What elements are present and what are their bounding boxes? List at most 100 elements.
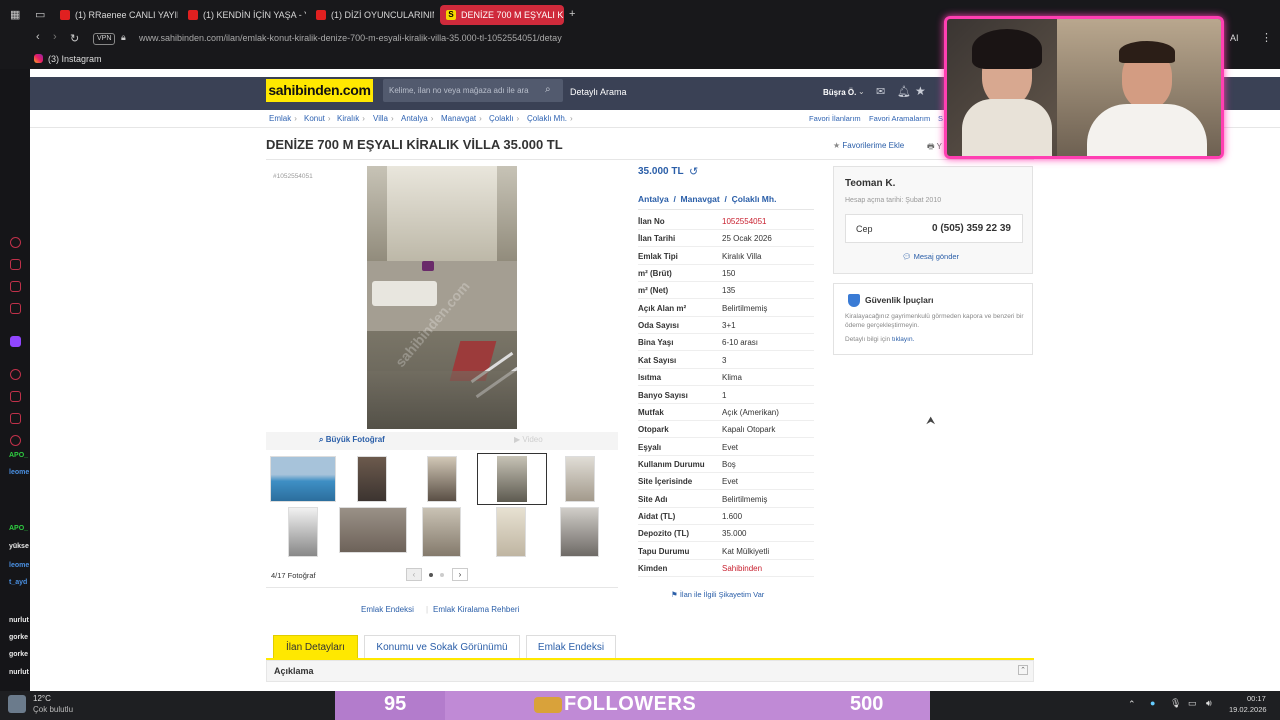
network-icon[interactable]: ▭ (1188, 698, 1197, 709)
tab-rraenee[interactable]: (1) RRaenee CANLI YAYIN (54, 5, 178, 25)
tab-sahibinden[interactable]: S DENİZE 700 M EŞYALI KİR (440, 5, 564, 25)
description-header-bar: Açıklama ⌃ (266, 660, 1034, 682)
price-history-icon[interactable]: ↺ (689, 165, 698, 178)
app-icon[interactable] (10, 303, 21, 314)
ai-button[interactable]: AI (1230, 33, 1239, 43)
page-dot-active[interactable] (429, 573, 433, 577)
youtube-icon (316, 10, 326, 20)
tray-icon[interactable]: ● (1150, 698, 1155, 708)
print-button[interactable]: 🖶︎ Y (927, 141, 942, 155)
tab-dizi[interactable]: (1) DİZİ OYUNCULARININ (310, 5, 434, 25)
user-menu[interactable]: Büşra Ö. (823, 88, 856, 97)
app-icon[interactable] (10, 413, 21, 424)
app-icon[interactable] (10, 391, 21, 402)
add-favorite-button[interactable]: ★ Favorilerime Ekle (833, 141, 904, 150)
breadcrumb-item[interactable]: Kiralık › (337, 114, 365, 123)
magnifier-icon: ⌕ (319, 435, 326, 444)
app-icon[interactable] (10, 259, 21, 270)
app-icon[interactable] (10, 237, 21, 248)
video-button[interactable]: ▶ Video (514, 435, 543, 444)
chevron-down-icon[interactable]: ⌄ (858, 87, 865, 96)
chevron-up-icon[interactable]: ⌃ (1128, 699, 1136, 710)
thumbnail[interactable] (422, 507, 461, 557)
thumbnail[interactable] (560, 507, 599, 557)
search-icon[interactable]: ⌕ (545, 84, 551, 95)
send-message-button[interactable]: 💬︎ Mesaj gönder (902, 252, 959, 261)
tab-location[interactable]: Konumu ve Sokak Görünümü (364, 635, 520, 659)
thumbnail[interactable] (496, 507, 526, 557)
microphone-icon[interactable]: 🎙︎ (1170, 698, 1181, 709)
phone-box[interactable]: Cep 0 (505) 359 22 39 (845, 214, 1023, 243)
favorite-searches-link[interactable]: Favori Aramalarım (869, 114, 930, 123)
flag-icon: ⚑ (671, 590, 680, 599)
thumbnail-selected[interactable] (477, 453, 547, 505)
big-photo-button[interactable]: ⌕ Büyük Fotoğraf (319, 435, 385, 445)
site-logo[interactable]: sahibinden.com (266, 79, 373, 102)
tab-emlak-endeksi[interactable]: Emlak Endeksi (526, 635, 616, 659)
back-icon[interactable]: ‹ (36, 31, 40, 43)
detailed-search-link[interactable]: Detaylı Arama (570, 87, 627, 97)
bell-icon[interactable]: 🔔︎ (897, 85, 911, 98)
next-page-button[interactable]: › (452, 568, 468, 581)
vpn-badge[interactable]: VPN (93, 33, 116, 45)
thumbnail[interactable] (565, 456, 595, 502)
emlak-endeksi-link[interactable]: Emlak Endeksi (361, 605, 414, 614)
app-icon[interactable] (10, 435, 21, 446)
reload-icon[interactable]: ↻ (70, 32, 79, 45)
tab-kendin[interactable]: (1) KENDİN İÇİN YAŞA - Y (182, 5, 306, 25)
favorite-listings-link[interactable]: Favori İlanlarım (809, 114, 861, 123)
attribute-row: Emlak Tipi Kiralık Villa (638, 248, 814, 265)
thumbnail[interactable] (288, 507, 318, 557)
breadcrumb-item[interactable]: Antalya › (401, 114, 433, 123)
breadcrumb-item[interactable]: Konut › (304, 114, 331, 123)
prev-page-button[interactable]: ‹ (406, 568, 422, 581)
clock-date[interactable]: 19.02.2026 (1229, 705, 1267, 714)
rental-guide-link[interactable]: Emlak Kiralama Rehberi (433, 605, 519, 614)
breadcrumb-item[interactable]: Çolaklı › (489, 114, 519, 123)
location-breadcrumb[interactable]: Antalya / Manavgat / Çolaklı Mh. (638, 194, 776, 204)
attribute-value: 3+1 (722, 321, 736, 331)
tab-listing-details[interactable]: İlan Detayları (273, 635, 358, 659)
followers-label: FOLLOWERS (564, 693, 697, 715)
complaint-link[interactable]: ⚑ İlan ile İlgili Şikayetim Var (671, 590, 764, 599)
thumbnail[interactable] (339, 507, 407, 553)
star-icon[interactable]: ★ (915, 84, 926, 98)
breadcrumb-item[interactable]: Manavgat › (441, 114, 482, 123)
more-menu-icon[interactable]: ⋮ (1261, 31, 1272, 44)
collapse-icon[interactable]: ⌃ (1018, 665, 1028, 675)
main-photo[interactable]: sahibinden.com (367, 166, 517, 429)
page-dot[interactable] (440, 573, 444, 577)
tab-label: (1) RRaenee CANLI YAYIN (75, 10, 178, 20)
weather-icon[interactable] (8, 695, 26, 713)
attribute-value: 1 (722, 390, 727, 400)
tab-manager-icon[interactable]: ▭ (35, 8, 45, 21)
forward-icon[interactable]: › (53, 31, 57, 43)
attribute-value[interactable]: Sahibinden (722, 564, 762, 573)
favorite-trailing-link[interactable]: S (938, 114, 943, 123)
new-tab-icon[interactable]: + (569, 8, 575, 20)
breadcrumb-item[interactable]: Emlak › (269, 114, 297, 123)
clock-time[interactable]: 00:17 (1247, 694, 1266, 703)
url-field[interactable]: www.sahibinden.com/ilan/emlak-konut-kira… (139, 33, 562, 43)
attribute-row: Kimden Sahibinden (638, 560, 814, 577)
thumbnail[interactable] (357, 456, 387, 502)
security-more-link[interactable]: tıklayın. (892, 336, 914, 343)
breadcrumb-item[interactable]: Villa › (373, 114, 394, 123)
attribute-key: Site İçerisinde (638, 477, 693, 487)
thumbnail-pool[interactable] (270, 456, 336, 502)
app-icon[interactable] (10, 369, 21, 380)
seller-name[interactable]: Teoman K. (845, 178, 895, 189)
chat-username: gorke (9, 651, 29, 658)
volume-icon[interactable]: 🔊︎ (1206, 698, 1212, 709)
bookmark-instagram[interactable]: (3) Instagram (48, 54, 102, 64)
menu-grid-icon[interactable]: ▦ (10, 8, 20, 21)
mail-icon[interactable]: ✉ (876, 85, 885, 98)
search-input[interactable] (389, 83, 539, 98)
twitch-icon[interactable] (10, 336, 21, 347)
thumbnail[interactable] (427, 456, 457, 502)
app-icon[interactable] (10, 281, 21, 292)
breadcrumb-item[interactable]: Çolaklı Mh. › (527, 114, 573, 123)
attribute-key: Aidat (TL) (638, 511, 676, 521)
attribute-key: Oda Sayısı (638, 321, 679, 331)
attribute-value[interactable]: 1052554051 (722, 217, 767, 226)
